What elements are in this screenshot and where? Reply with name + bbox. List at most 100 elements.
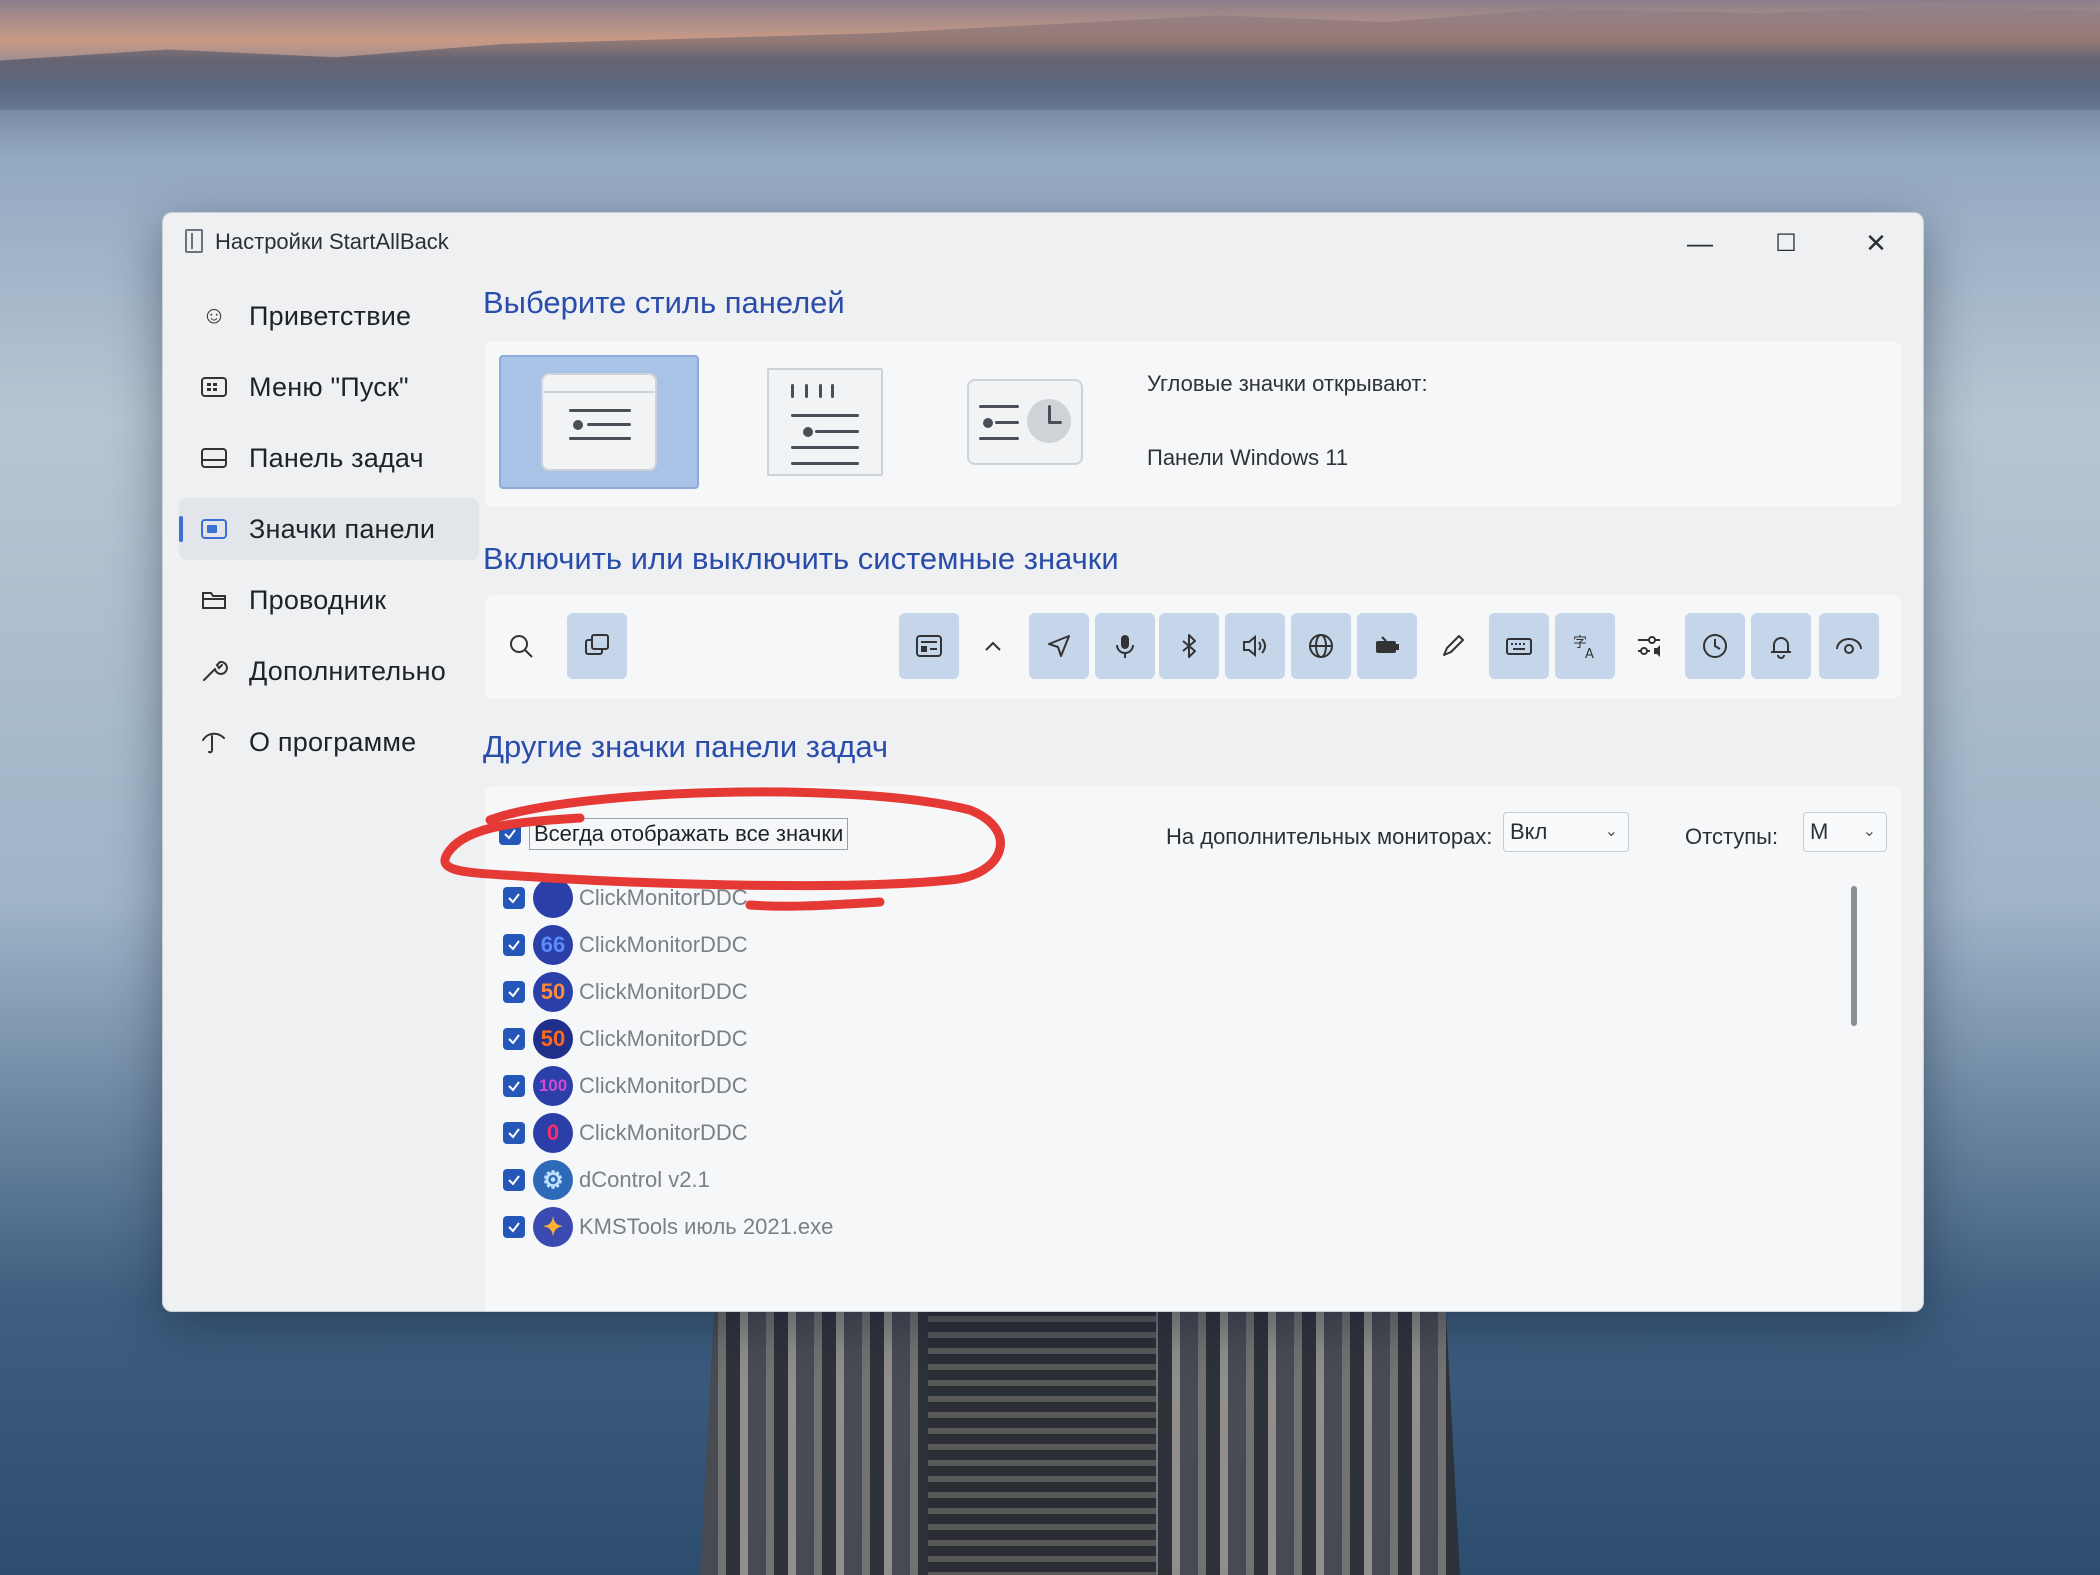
explorer-icon	[193, 588, 235, 612]
smile-icon: ☺	[201, 302, 227, 329]
style-option-win11[interactable]	[499, 355, 699, 489]
list-item[interactable]: 0 ClickMonitorDDC	[503, 1113, 748, 1153]
taskbar-icon	[193, 446, 235, 470]
chevron-down-icon: ⌄	[1862, 823, 1876, 840]
sidebar-item-tray-icons[interactable]: Значки панели	[179, 498, 479, 560]
tray-icons-icon	[193, 517, 235, 541]
background-pier	[700, 1290, 1460, 1575]
keyboard-icon[interactable]	[1489, 613, 1549, 679]
clickmonitor-icon: 0	[533, 1113, 573, 1153]
corner-icons-value[interactable]: Панели Windows 11	[1147, 445, 1348, 471]
chevron-down-icon: ⌄	[1604, 823, 1618, 840]
eye-icon[interactable]	[1819, 613, 1879, 679]
other-icons-card: Всегда отображать все значки На дополнит…	[485, 786, 1901, 1311]
list-item[interactable]: 50 ClickMonitorDDC	[503, 1019, 748, 1059]
wrench-icon	[193, 658, 235, 684]
corner-icons-label: Угловые значки открывают:	[1147, 371, 1428, 396]
language-icon[interactable]: 字A	[1555, 613, 1615, 679]
location-icon[interactable]	[1029, 613, 1089, 679]
system-icons-title: Включить или выключить системные значки	[483, 541, 1119, 576]
always-show-checkbox[interactable]	[499, 823, 521, 845]
app-name: ClickMonitorDDC	[579, 1073, 748, 1098]
bluetooth-icon[interactable]	[1159, 613, 1219, 679]
list-item[interactable]: 100 ClickMonitorDDC	[503, 1066, 748, 1106]
secondary-monitors-select[interactable]: Вкл ⌄	[1503, 812, 1629, 852]
sidebar-item-label: Проводник	[249, 584, 387, 615]
task-view-icon[interactable]	[567, 613, 627, 679]
sidebar-item-label: Приветствие	[249, 300, 412, 331]
style-option-win10[interactable]	[925, 355, 1125, 489]
style-preview-win11-icon	[541, 373, 657, 471]
start-menu-icon	[193, 375, 235, 399]
indent-select[interactable]: M ⌄	[1803, 812, 1887, 852]
app-name: ClickMonitorDDC	[579, 932, 748, 957]
style-preview-win10-icon	[967, 379, 1083, 465]
list-item[interactable]: ClickMonitorDDC	[503, 878, 748, 918]
style-option-classic[interactable]	[725, 355, 925, 489]
app-name: ClickMonitorDDC	[579, 1026, 748, 1051]
list-item[interactable]: ✦ KMSTools июль 2021.exe	[503, 1207, 833, 1247]
secondary-monitors-value: Вкл	[1510, 819, 1548, 844]
volume-icon[interactable]	[1225, 613, 1285, 679]
app-checkbox[interactable]	[503, 1028, 525, 1050]
sidebar-item-start-menu[interactable]: Меню "Пуск"	[179, 356, 479, 418]
app-name: ClickMonitorDDC	[579, 885, 748, 910]
clickmonitor-icon: 50	[533, 972, 573, 1012]
sidebar-item-explorer[interactable]: Проводник	[179, 569, 479, 631]
app-name: ClickMonitorDDC	[579, 1120, 748, 1145]
sidebar-item-label: О программе	[249, 726, 417, 757]
title-bar: Настройки StartAllBack — ☐ ✕	[163, 213, 1923, 271]
battery-icon[interactable]	[1357, 613, 1417, 679]
overflow-chevron-icon[interactable]	[963, 613, 1023, 679]
secondary-monitors-label: На дополнительных мониторах:	[1166, 824, 1493, 849]
app-checkbox[interactable]	[503, 934, 525, 956]
maximize-button[interactable]: ☐	[1753, 221, 1819, 265]
about-icon	[193, 730, 235, 754]
sidebar-item-about[interactable]: О программе	[179, 711, 479, 773]
app-checkbox[interactable]	[503, 981, 525, 1003]
minimize-button[interactable]: —	[1667, 221, 1733, 265]
system-icons-card: 字A	[485, 595, 1901, 699]
sidebar-item-taskbar[interactable]: Панель задач	[179, 427, 479, 489]
list-scrollbar[interactable]	[1851, 886, 1857, 1026]
clock-icon[interactable]	[1685, 613, 1745, 679]
app-checkbox[interactable]	[503, 1216, 525, 1238]
pen-icon[interactable]	[1423, 613, 1483, 679]
app-icon	[185, 229, 203, 253]
search-icon[interactable]	[491, 613, 551, 679]
background-mountains	[0, 6, 2100, 110]
widgets-icon[interactable]	[899, 613, 959, 679]
app-name: dControl v2.1	[579, 1167, 710, 1192]
list-item[interactable]: ⚙ dControl v2.1	[503, 1160, 710, 1200]
clickmonitor-icon	[533, 878, 573, 918]
app-checkbox[interactable]	[503, 1169, 525, 1191]
close-button[interactable]: ✕	[1843, 221, 1909, 265]
window-title: Настройки StartAllBack	[215, 229, 449, 254]
bell-icon[interactable]	[1751, 613, 1811, 679]
clickmonitor-icon: 66	[533, 925, 573, 965]
sidebar-item-label: Меню "Пуск"	[249, 371, 409, 402]
indent-value: M	[1810, 819, 1829, 844]
style-section-title: Выберите стиль панелей	[483, 285, 845, 320]
app-checkbox[interactable]	[503, 1075, 525, 1097]
app-name: ClickMonitorDDC	[579, 979, 748, 1004]
other-icons-title: Другие значки панели задач	[483, 729, 889, 764]
microphone-icon[interactable]	[1095, 613, 1155, 679]
app-checkbox[interactable]	[503, 1122, 525, 1144]
list-item[interactable]: 66 ClickMonitorDDC	[503, 925, 748, 965]
sidebar-nav: ☺ Приветствие Меню "Пуск" Панель задач З…	[179, 285, 479, 782]
list-item[interactable]: 50 ClickMonitorDDC	[503, 972, 748, 1012]
sidebar-item-welcome[interactable]: ☺ Приветствие	[179, 285, 479, 347]
indent-label: Отступы:	[1685, 824, 1779, 849]
clickmonitor-icon: 100	[533, 1066, 573, 1106]
app-checkbox[interactable]	[503, 887, 525, 909]
sidebar-item-advanced[interactable]: Дополнительно	[179, 640, 479, 702]
always-show-label: Всегда отображать все значки	[529, 818, 849, 850]
always-show-all-row[interactable]: Всегда отображать все значки	[499, 818, 849, 850]
network-icon[interactable]	[1291, 613, 1351, 679]
kmstools-icon: ✦	[533, 1207, 573, 1247]
style-preview-classic-icon	[767, 368, 883, 476]
settings-window: Настройки StartAllBack — ☐ ✕ ☺ Приветств…	[162, 212, 1924, 1312]
clickmonitor-icon: 50	[533, 1019, 573, 1059]
quick-settings-icon[interactable]	[1619, 613, 1679, 679]
